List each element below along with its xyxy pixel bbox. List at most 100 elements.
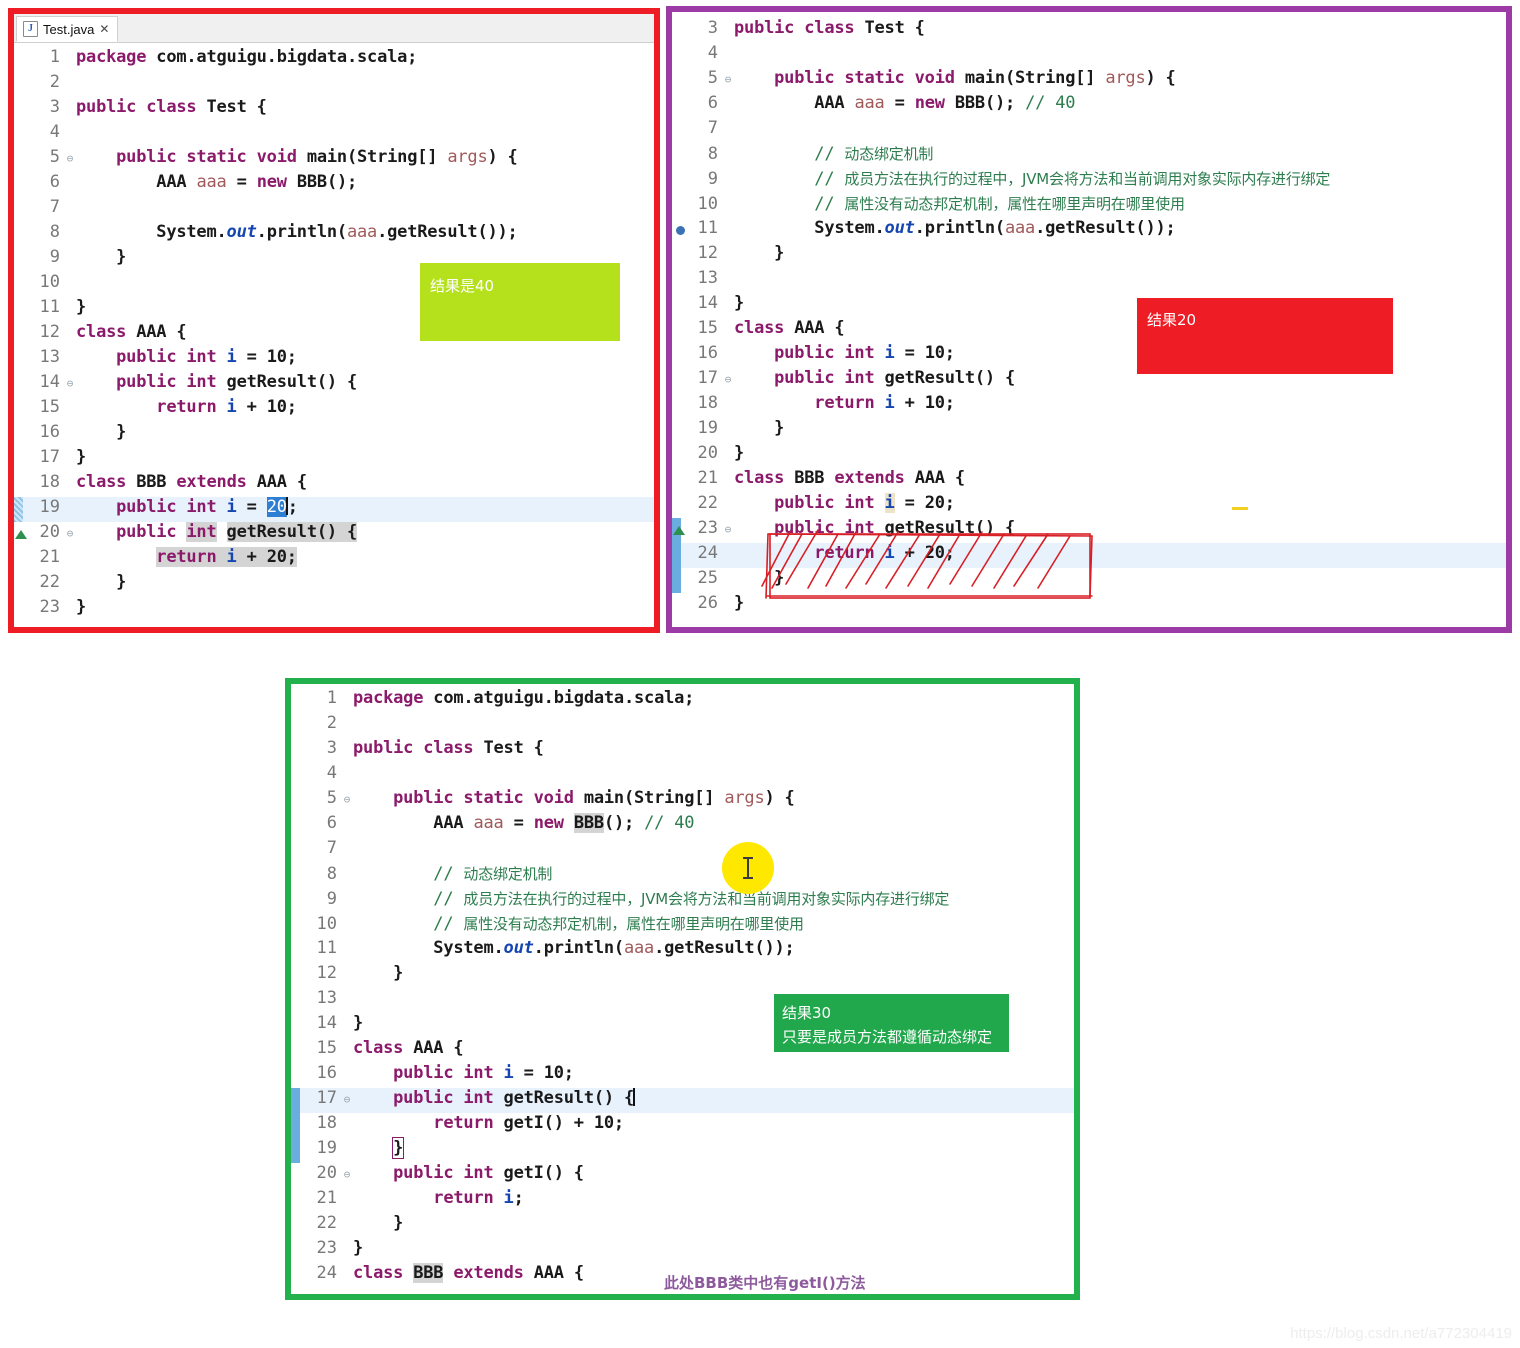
code-text: // 动态绑定机制 <box>814 144 934 164</box>
line-number: 2 <box>326 713 337 733</box>
editor-tabbar: J Test.java ✕ <box>14 14 654 43</box>
code-line: 23 } <box>291 1238 1074 1263</box>
code-text: } <box>76 297 87 317</box>
line-number: 9 <box>707 169 718 189</box>
callout-text: 结果20 <box>1147 311 1197 329</box>
line-number: 20 <box>697 443 718 463</box>
line-number: 8 <box>49 222 60 242</box>
code-line-current: 19 public int i = 20; <box>14 497 654 522</box>
line-number: 3 <box>326 738 337 758</box>
close-icon[interactable]: ✕ <box>99 23 109 35</box>
change-ruler <box>14 497 23 522</box>
code-line: 23 } <box>14 597 654 622</box>
fold-marker[interactable]: ⊖ <box>341 1168 353 1181</box>
line-number: 22 <box>316 1213 337 1233</box>
code-text: System.out.println(aaa.getResult()); <box>814 218 1176 238</box>
code-line: 11 System.out.println(aaa.getResult()); <box>672 218 1506 243</box>
code-line: 16 public int i = 10; <box>291 1063 1074 1088</box>
fold-marker[interactable]: ⊖ <box>722 73 734 86</box>
matching-brace: } <box>392 1137 405 1159</box>
code-line: 11 System.out.println(aaa.getResult()); <box>291 938 1074 963</box>
line-number: 5 <box>707 68 718 88</box>
code-text: System.out.println(aaa.getResult()); <box>433 938 795 958</box>
code-text: return i + 10; <box>814 393 955 413</box>
code-text: public int i = 20; <box>116 497 298 517</box>
code-text: } <box>393 963 404 983</box>
code-line: 8 System.out.println(aaa.getResult()); <box>14 222 654 247</box>
line-number: 8 <box>326 864 337 884</box>
code-text: // 属性没有动态邦定机制，属性在哪里声明在哪里使用 <box>433 914 804 934</box>
line-number: 20 <box>316 1163 337 1183</box>
code-line: 3 public class Test { <box>14 97 654 122</box>
code-area-green[interactable]: 1 package com.atguigu.bigdata.scala; 2 3… <box>291 684 1074 1288</box>
code-text: public static void main(String[] args) { <box>393 788 795 808</box>
line-number: 10 <box>39 272 60 292</box>
watermark: https://blog.csdn.net/a772304419 <box>1290 1325 1512 1342</box>
line-number: 5 <box>326 788 337 808</box>
comment-cn-1: 动态绑定机制 <box>463 865 553 883</box>
mouse-cursor-highlight <box>722 842 774 894</box>
code-text: return i + 20; <box>814 543 955 563</box>
line-number: 3 <box>707 18 718 38</box>
fold-marker[interactable]: ⊖ <box>722 523 734 536</box>
text-caret <box>633 1088 636 1106</box>
fold-marker[interactable]: ⊖ <box>64 152 76 165</box>
fold-marker[interactable]: ⊖ <box>64 377 76 390</box>
code-line: 26 } <box>672 593 1506 618</box>
line-number: 4 <box>707 43 718 63</box>
code-line: 22 } <box>291 1213 1074 1238</box>
code-line: 18 return i + 10; <box>672 393 1506 418</box>
breakpoint-icon <box>676 226 685 235</box>
line-number: 16 <box>697 343 718 363</box>
code-line: 12 } <box>672 243 1506 268</box>
code-text: class AAA { <box>76 322 187 342</box>
line-number: 15 <box>697 318 718 338</box>
line-number: 14 <box>697 293 718 313</box>
fold-marker[interactable]: ⊖ <box>722 373 734 386</box>
line-number: 7 <box>49 197 60 217</box>
code-text: public int getResult() { <box>116 522 358 542</box>
editor-panel-red: J Test.java ✕ 1 package com.atguigu.bigd… <box>8 8 660 633</box>
fold-marker[interactable]: ⊖ <box>341 1093 353 1106</box>
line-number: 24 <box>316 1263 337 1283</box>
code-text: } <box>734 443 745 463</box>
line-number: 18 <box>39 472 60 492</box>
code-text: // 动态绑定机制 <box>433 864 553 884</box>
callout-text-line1: 结果30 <box>782 1004 832 1022</box>
code-text: AAA aaa = new BBB(); <box>156 172 358 192</box>
line-number: 23 <box>39 597 60 617</box>
line-number: 11 <box>39 297 60 317</box>
line-number: 19 <box>697 418 718 438</box>
code-text: public static void main(String[] args) { <box>116 147 518 167</box>
editor-panel-purple: 3 public class Test { 4 5 ⊖ public static… <box>666 6 1512 633</box>
code-text: return i + 10; <box>156 397 297 417</box>
code-line: 10 // 属性没有动态邦定机制，属性在哪里声明在哪里使用 <box>291 913 1074 938</box>
line-number: 9 <box>49 247 60 267</box>
code-text: // 成员方法在执行的过程中，JVM会将方法和当前调用对象实际内存进行绑定 <box>814 169 1331 189</box>
code-line: 7 <box>672 118 1506 143</box>
line-number: 17 <box>39 447 60 467</box>
fold-marker[interactable]: ⊖ <box>64 527 76 540</box>
line-number: 21 <box>39 547 60 567</box>
change-ruler <box>291 1088 300 1163</box>
code-text: } <box>353 1137 405 1159</box>
line-number: 21 <box>316 1188 337 1208</box>
tab-label: Test.java <box>43 21 95 37</box>
tab-test-java[interactable]: J Test.java ✕ <box>16 16 119 42</box>
code-text: System.out.println(aaa.getResult()); <box>156 222 518 242</box>
code-text: class AAA { <box>353 1038 464 1058</box>
line-number: 17 <box>697 368 718 388</box>
line-number: 7 <box>707 118 718 138</box>
yellow-tick-mark <box>1232 507 1248 510</box>
comment-cn-3: 属性没有动态邦定机制，属性在哪里声明在哪里使用 <box>463 915 804 933</box>
line-number: 14 <box>316 1013 337 1033</box>
editor-inner-purple: 3 public class Test { 4 5 ⊖ public static… <box>672 12 1506 627</box>
text-ibeam-cursor <box>743 857 753 879</box>
fold-marker[interactable]: ⊖ <box>341 793 353 806</box>
code-text: } <box>116 247 127 267</box>
code-text: return i; <box>433 1188 524 1208</box>
code-line: 14 ⊖ public int getResult() { <box>14 372 654 397</box>
code-line: 8 // 动态绑定机制 <box>291 863 1074 888</box>
code-text: public static void main(String[] args) { <box>774 68 1176 88</box>
code-text: } <box>116 572 127 592</box>
